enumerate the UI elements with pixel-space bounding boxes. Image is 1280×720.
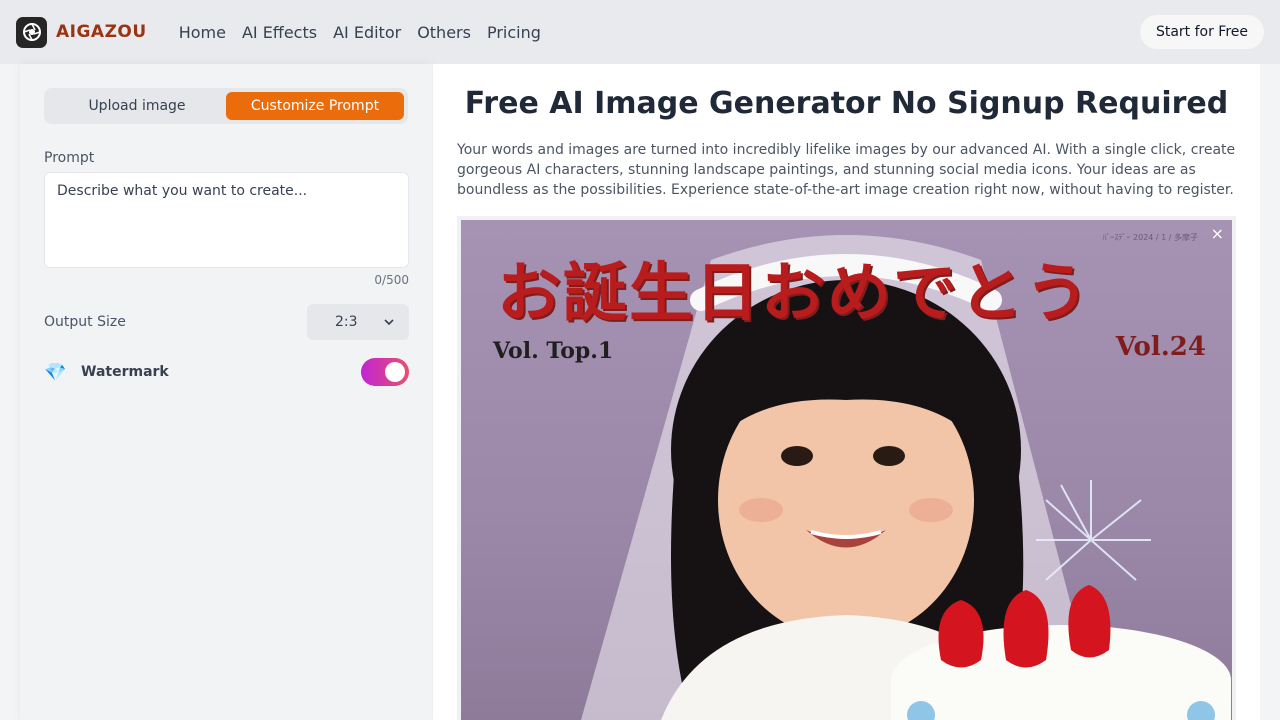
watermark-row: 💎 Watermark	[44, 358, 409, 386]
top-navbar: AIGAZOU Home AI Effects AI Editor Others…	[0, 0, 1280, 64]
main-nav: Home AI Effects AI Editor Others Pricing	[179, 23, 541, 42]
generator-settings-panel: Upload image Customize Prompt Prompt Des…	[20, 64, 432, 720]
tab-customize-prompt[interactable]: Customize Prompt	[226, 92, 404, 120]
cover-title: お誕生日おめでとう	[497, 256, 1091, 331]
chevron-down-icon	[383, 316, 395, 328]
output-size-label: Output Size	[44, 314, 126, 330]
page-title: Free AI Image Generator No Signup Requir…	[464, 86, 1229, 121]
watermark-toggle[interactable]	[361, 358, 409, 386]
prompt-char-counter: 0/500	[374, 273, 409, 287]
output-size-value: 2:3	[335, 314, 358, 330]
cover-fine-print: ﾊﾞｰｽﾃﾞｰ 2024 / 1 / 多摩子	[1102, 233, 1198, 242]
result-image: ﾊﾞｰｽﾃﾞｰ 2024 / 1 / 多摩子 お誕生日おめでとう Vol. To…	[461, 220, 1232, 720]
nav-ai-effects[interactable]: AI Effects	[242, 23, 317, 42]
mode-tabs: Upload image Customize Prompt	[44, 88, 408, 124]
prompt-input[interactable]: Describe what you want to create...	[44, 172, 409, 268]
nav-others[interactable]: Others	[417, 23, 471, 42]
watermark-label: Watermark	[81, 364, 169, 380]
cover-vol-left: Vol. Top.1	[493, 338, 614, 364]
nav-home[interactable]: Home	[179, 23, 226, 42]
aperture-icon	[16, 16, 47, 48]
tab-upload-image[interactable]: Upload image	[48, 92, 226, 120]
nav-pricing[interactable]: Pricing	[487, 23, 541, 42]
result-image-frame: ﾊﾞｰｽﾃﾞｰ 2024 / 1 / 多摩子 お誕生日おめでとう Vol. To…	[457, 216, 1236, 720]
output-size-select[interactable]: 2:3	[307, 304, 409, 340]
cover-vol-right: Vol.24	[1115, 332, 1206, 362]
prompt-placeholder: Describe what you want to create...	[57, 183, 308, 199]
start-for-free-button[interactable]: Start for Free	[1139, 15, 1264, 49]
page-description: Your words and images are turned into in…	[457, 142, 1236, 198]
toggle-knob	[385, 362, 405, 382]
brand-logo[interactable]: AIGAZOU	[16, 16, 147, 48]
brand-name: AIGAZOU	[56, 22, 147, 42]
gem-icon: 💎	[44, 361, 67, 383]
nav-ai-editor[interactable]: AI Editor	[333, 23, 401, 42]
prompt-label: Prompt	[44, 150, 95, 166]
close-icon[interactable]: ×	[1211, 224, 1224, 243]
